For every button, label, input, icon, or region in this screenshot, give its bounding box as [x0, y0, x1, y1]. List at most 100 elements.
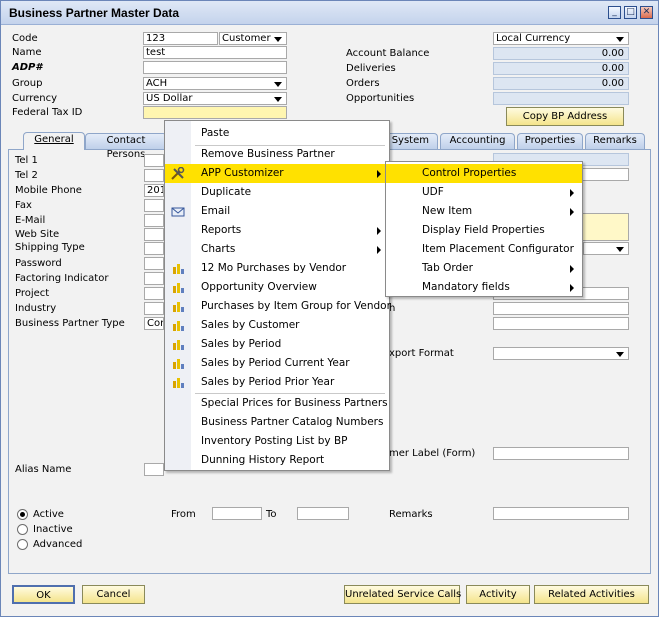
email-field[interactable]	[144, 214, 164, 227]
website-label: Web Site	[15, 229, 60, 240]
to-date-field[interactable]	[297, 507, 349, 520]
related-activities-button[interactable]: Related Activities	[534, 585, 649, 604]
to-label: To	[266, 509, 277, 520]
factoring-field[interactable]	[144, 272, 164, 285]
menu-item-inventory-posting[interactable]: Inventory Posting List by BP	[165, 432, 389, 451]
report-chart-icon	[173, 302, 184, 312]
submenu-item-tab-order[interactable]: Tab Order	[386, 259, 582, 278]
from-label: From	[171, 509, 196, 520]
menu-item-sales-by-period[interactable]: Sales by Period	[165, 335, 389, 354]
project-field[interactable]	[144, 287, 164, 300]
cancel-button[interactable]: Cancel	[82, 585, 145, 604]
export-format-label: xport Format	[389, 348, 454, 359]
submenu-arrow-icon	[570, 265, 574, 273]
customer-label-form-label: mer Label (Form)	[389, 448, 476, 459]
password-field[interactable]	[144, 257, 164, 270]
report-chart-icon	[173, 321, 184, 331]
code-label: Code	[12, 33, 38, 44]
deliveries-label: Deliveries	[346, 63, 396, 74]
submenu-item-udf[interactable]: UDF	[386, 183, 582, 202]
copy-bp-address-button[interactable]: Copy BP Address	[506, 107, 624, 126]
currency-select[interactable]: US Dollar	[143, 92, 287, 105]
menu-item-sales-prior-year[interactable]: Sales by Period Prior Year	[165, 373, 389, 392]
mobile-label: Mobile Phone	[15, 185, 82, 196]
submenu-item-control-properties[interactable]: Control Properties	[386, 164, 582, 183]
group-select[interactable]: ACH	[143, 77, 287, 90]
adp-field[interactable]	[143, 61, 287, 74]
right-field-7[interactable]	[493, 317, 629, 330]
maximize-icon[interactable]: □	[624, 6, 637, 19]
local-currency-select[interactable]: Local Currency	[493, 32, 629, 45]
currency-label: Currency	[12, 93, 58, 104]
shipping-type-select[interactable]	[144, 242, 164, 255]
menu-item-catalog-numbers[interactable]: Business Partner Catalog Numbers	[165, 413, 389, 432]
submenu-arrow-icon	[377, 227, 381, 235]
unrelated-service-calls-button[interactable]: Unrelated Service Calls	[344, 585, 461, 604]
active-radio[interactable]	[17, 509, 28, 520]
shipping-type-label: Shipping Type	[15, 242, 85, 253]
menu-item-sales-by-customer[interactable]: Sales by Customer	[165, 316, 389, 335]
industry-label: Industry	[15, 303, 57, 314]
report-chart-icon	[173, 340, 184, 350]
from-date-field[interactable]	[212, 507, 262, 520]
tab-properties[interactable]: Properties	[517, 133, 583, 149]
menu-item-reports[interactable]: Reports	[165, 221, 389, 240]
menu-item-purchases-by-item-group[interactable]: Purchases by Item Group for Vendor	[165, 297, 391, 316]
tab-accounting[interactable]: Accounting	[440, 133, 515, 149]
bp-type-select[interactable]: Con	[144, 317, 164, 330]
menu-item-charts[interactable]: Charts	[165, 240, 389, 259]
project-label: Project	[15, 288, 50, 299]
remarks-label: Remarks	[389, 509, 433, 520]
submenu-item-mandatory-fields[interactable]: Mandatory fields	[386, 278, 582, 297]
alias-name-field[interactable]	[144, 463, 164, 476]
account-balance-label: Account Balance	[346, 48, 430, 59]
close-icon[interactable]: ✕	[640, 6, 653, 19]
alias-name-label: Alias Name	[15, 464, 72, 475]
remarks-field[interactable]	[493, 507, 629, 520]
bp-type-select[interactable]: Customer	[219, 32, 287, 45]
name-field[interactable]: test	[143, 46, 287, 59]
industry-field[interactable]	[144, 302, 164, 315]
website-field[interactable]	[144, 228, 164, 241]
submenu-item-placement-configurator[interactable]: Item Placement Configurator	[386, 240, 582, 259]
ok-button[interactable]: OK	[12, 585, 75, 604]
right-field-6[interactable]	[493, 302, 629, 315]
menu-item-paste[interactable]: Paste	[165, 124, 389, 143]
menu-item-app-customizer[interactable]: APP Customizer	[165, 164, 389, 183]
menu-item-dunning-history[interactable]: Dunning History Report	[165, 451, 389, 470]
account-balance-value: 0.00	[493, 47, 629, 60]
menu-item-email[interactable]: Email	[165, 202, 389, 221]
inactive-radio[interactable]	[17, 524, 28, 535]
fax-field[interactable]	[144, 199, 164, 212]
menu-item-opportunity-overview[interactable]: Opportunity Overview	[165, 278, 389, 297]
menu-item-special-prices[interactable]: Special Prices for Business Partners	[165, 394, 389, 413]
tab-general[interactable]: General	[23, 132, 85, 150]
federal-tax-field[interactable]	[143, 106, 287, 119]
tab-contact-persons[interactable]: Contact Persons	[85, 133, 167, 160]
bp-master-data-window: Business Partner Master Data _ □ ✕ Code …	[0, 0, 659, 617]
tab-remarks[interactable]: Remarks	[585, 133, 645, 149]
context-menu: Paste Remove Business Partner APP Custom…	[164, 120, 391, 471]
menu-item-sales-current-year[interactable]: Sales by Period Current Year	[165, 354, 389, 373]
opportunities-label: Opportunities	[346, 93, 415, 104]
minimize-icon[interactable]: _	[608, 6, 621, 19]
mobile-field[interactable]: 2014	[144, 184, 164, 197]
export-format-select[interactable]	[493, 347, 629, 360]
menu-item-duplicate[interactable]: Duplicate	[165, 183, 389, 202]
submenu-item-new-item[interactable]: New Item	[386, 202, 582, 221]
fax-label: Fax	[15, 200, 32, 211]
report-chart-icon	[173, 359, 184, 369]
activity-button[interactable]: Activity	[466, 585, 530, 604]
customer-label-form-field[interactable]	[493, 447, 629, 460]
advanced-radio[interactable]	[17, 539, 28, 550]
menu-item-12mo-purchases[interactable]: 12 Mo Purchases by Vendor	[165, 259, 389, 278]
report-chart-icon	[173, 378, 184, 388]
app-customizer-submenu: Control Properties UDF New Item Display …	[385, 161, 583, 297]
bp-type-label: Business Partner Type	[15, 318, 125, 329]
tel1-field[interactable]	[144, 154, 164, 167]
tel2-field[interactable]	[144, 169, 164, 182]
submenu-item-display-field-properties[interactable]: Display Field Properties	[386, 221, 582, 240]
menu-item-remove-bp[interactable]: Remove Business Partner	[165, 145, 389, 164]
right-select[interactable]	[583, 242, 629, 255]
code-field[interactable]: 123	[143, 32, 218, 45]
